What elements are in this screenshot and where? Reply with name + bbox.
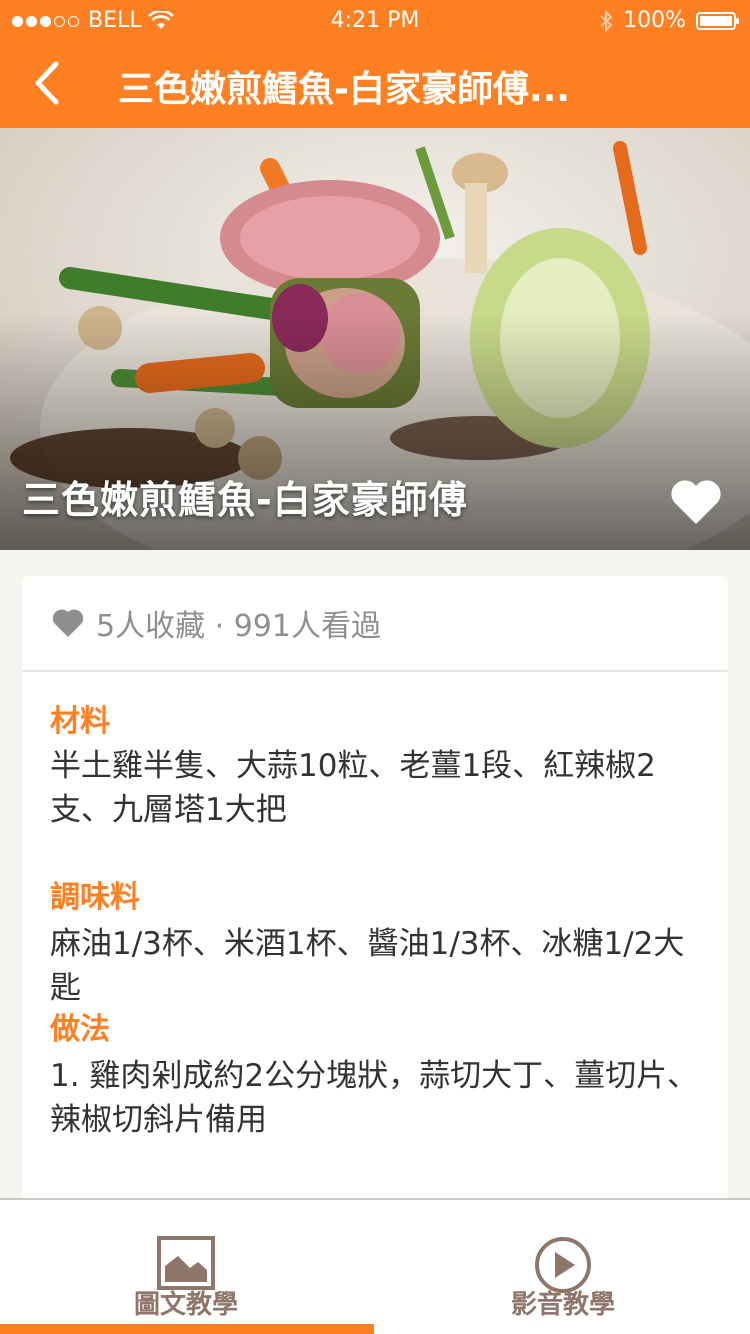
battery-icon (696, 11, 739, 30)
tab-picture-tutorial[interactable]: 圖文教學 (0, 1200, 375, 1334)
ingredients-body: 半土雞半隻、大蒜10粒、老薑1段、紅辣椒2支、九層塔1大把 (50, 748, 656, 828)
back-arrow-icon[interactable] (28, 58, 68, 108)
battery-percent: 100% (623, 8, 686, 33)
seasoning-title: 調味料 (50, 880, 140, 915)
tab-video-tutorial[interactable]: 影音教學 (375, 1200, 750, 1334)
favorite-heart-icon[interactable] (668, 478, 724, 526)
tab-video-label: 影音教學 (510, 1290, 615, 1320)
tab-picture-label: 圖文教學 (133, 1290, 238, 1320)
dish-name: 三色嫩煎鱈魚-白家豪師傅 (22, 478, 468, 522)
status-right-group: 100% (599, 8, 739, 33)
recipe-page: BELL 4:21 PM 100% 三色嫩煎鱈魚-白家豪師傅... 三色嫩煎鱈魚… (0, 0, 750, 1334)
method-title: 做法 (50, 1012, 110, 1047)
hero-image: 三色嫩煎鱈魚-白家豪師傅 (0, 128, 750, 550)
ingredients-title: 材料 (50, 704, 110, 739)
status-bar: BELL 4:21 PM 100% (0, 0, 750, 40)
stats-row: 5人收藏 · 991人看過 (22, 576, 728, 672)
recipe-card: 5人收藏 · 991人看過 材料 半土雞半隻、大蒜10粒、老薑1段、紅辣椒2支、… (22, 576, 728, 1216)
navigation-bar: 三色嫩煎鱈魚-白家豪師傅... (0, 40, 750, 128)
nav-title: 三色嫩煎鱈魚-白家豪師傅... (118, 69, 570, 110)
method-body: 1. 雞肉剁成約2公分塊狀，蒜切大丁、薑切片、辣椒切斜片備用 (50, 1058, 699, 1138)
stats-text: 5人收藏 · 991人看過 (96, 609, 381, 644)
active-tab-indicator (0, 1324, 374, 1334)
seasoning-body: 麻油1/3杯、米酒1杯、醬油1/3杯、冰糖1/2大匙 (50, 926, 685, 1006)
bottom-tab-bar: 圖文教學 影音教學 (0, 1198, 750, 1334)
heart-icon[interactable] (50, 607, 86, 639)
bluetooth-icon (600, 9, 613, 32)
